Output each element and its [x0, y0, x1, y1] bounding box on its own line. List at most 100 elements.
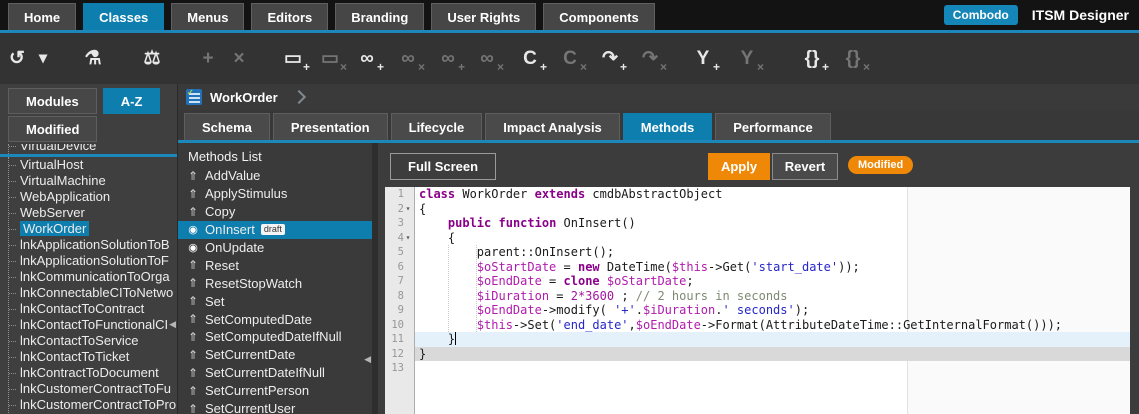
- undo-history-button-icon[interactable]: ▾: [30, 33, 56, 84]
- line-number-gutter: 12▾34▾5678910111213: [385, 187, 415, 414]
- method-item-label: SetCurrentPerson: [205, 383, 309, 398]
- sidebar-tab-a-z[interactable]: A-Z: [103, 88, 161, 114]
- code-line-8: $iDuration = 2*3600 ; // 2 hours in seco…: [415, 289, 1130, 304]
- sidebar-clipped-item[interactable]: VirtualDevice: [8, 144, 177, 154]
- delete-link-button-icon: ∞×: [395, 33, 421, 84]
- sidebar-item-lnkapplicationsolutiontob[interactable]: lnkApplicationSolutionToB: [9, 237, 177, 253]
- tab-lifecycle[interactable]: Lifecycle: [391, 113, 483, 140]
- sidebar-item-virtualmachine[interactable]: VirtualMachine: [9, 173, 177, 189]
- sidebar-item-lnkconnectablecitonetwo[interactable]: lnkConnectableCIToNetwo: [9, 285, 177, 301]
- gutter-line-5: 5: [385, 245, 414, 260]
- sidebar-tab-modules[interactable]: Modules: [8, 88, 97, 114]
- undo-button-icon[interactable]: ↺: [4, 33, 30, 84]
- code-line-7: $oEndDate = clone $oStartDate;: [415, 274, 1130, 289]
- fold-spacer: [404, 187, 412, 202]
- add-stimulus-button-icon[interactable]: C+: [517, 33, 543, 84]
- method-item-label: SetCurrentDateIfNull: [205, 365, 325, 380]
- method-item-onupdate[interactable]: ◉OnUpdate: [178, 239, 372, 257]
- sidebar-item-lnkcontacttocontract[interactable]: lnkContactToContract: [9, 301, 177, 317]
- code-line-11: }: [415, 332, 1130, 347]
- sidebar-collapse-arrow-icon[interactable]: ◀: [169, 320, 176, 329]
- method-item-resetstopwatch[interactable]: ⇑ResetStopWatch: [178, 274, 372, 292]
- compare-scales-button-icon[interactable]: ⚖: [139, 33, 165, 84]
- method-item-label: SetComputedDateIfNull: [205, 329, 342, 344]
- code-line-13: [415, 361, 1130, 376]
- combodo-badge: Combodo: [944, 5, 1018, 25]
- topnav-tab-home[interactable]: Home: [8, 3, 76, 30]
- code-area[interactable]: class WorkOrder extends cmdbAbstractObje…: [415, 187, 1130, 414]
- tab-methods[interactable]: Methods: [623, 113, 712, 140]
- method-item-set[interactable]: ⇑Set: [178, 292, 372, 310]
- topnav-tab-user-rights[interactable]: User Rights: [431, 3, 536, 30]
- sidebar-item-lnkcommunicationtoorga[interactable]: lnkCommunicationToOrga: [9, 269, 177, 285]
- method-item-label: OnInsert: [205, 222, 255, 237]
- code-editor[interactable]: 12▾34▾5678910111213 class WorkOrder exte…: [385, 187, 1130, 414]
- sidebar-item-webapplication[interactable]: WebApplication: [9, 189, 177, 205]
- add-button-icon: +: [195, 33, 221, 84]
- revert-button[interactable]: Revert: [772, 153, 838, 180]
- apply-button[interactable]: Apply: [708, 153, 770, 180]
- delete-transition-button-icon: ↷×: [637, 33, 663, 84]
- tab-impact-analysis[interactable]: Impact Analysis: [485, 113, 620, 140]
- fold-arrow-icon[interactable]: ▾: [404, 231, 412, 246]
- sidebar-item-webserver[interactable]: WebServer: [9, 205, 177, 221]
- add-link-button-icon[interactable]: ∞+: [354, 33, 380, 84]
- method-item-applystimulus[interactable]: ⇑ApplyStimulus: [178, 185, 372, 203]
- sidebar-item-lnkcustomercontracttofu[interactable]: lnkCustomerContractToFu: [9, 381, 177, 397]
- full-screen-button[interactable]: Full Screen: [390, 153, 496, 180]
- method-item-setcurrentuser[interactable]: ⇑SetCurrentUser: [178, 400, 372, 414]
- fold-arrow-icon[interactable]: ▾: [404, 202, 412, 217]
- sidebar-item-workorder[interactable]: WorkOrder: [9, 221, 177, 237]
- topnav-tab-components[interactable]: Components: [543, 3, 654, 30]
- gutter-line-1: 1: [385, 187, 414, 202]
- method-defined-icon: ◉: [186, 223, 200, 236]
- sidebar-item-lnkcontacttofunctionalci[interactable]: lnkContactToFunctionalCI: [9, 317, 177, 333]
- topnav-tab-editors[interactable]: Editors: [251, 3, 328, 30]
- tab-presentation[interactable]: Presentation: [273, 113, 388, 140]
- sidebar-item-lnkcustomercontracttopro[interactable]: lnkCustomerContractToPro: [9, 397, 177, 413]
- sandbox-flask-button-icon[interactable]: ⚗: [80, 33, 106, 84]
- method-item-setcomputeddateifnull[interactable]: ⇑SetComputedDateIfNull: [178, 328, 372, 346]
- method-inherited-icon: ⇑: [186, 169, 200, 183]
- method-editor-panel: Full Screen Apply Revert Modified 12▾34▾…: [378, 143, 1139, 414]
- add-transition-button-icon[interactable]: ↷+: [597, 33, 623, 84]
- sidebar-item-lnkapplicationsolutiontof[interactable]: lnkApplicationSolutionToF: [9, 253, 177, 269]
- method-inherited-icon: ⇑: [186, 294, 200, 308]
- breadcrumb[interactable]: ✓ WorkOrder: [186, 89, 304, 105]
- delete-button-icon: ×: [226, 33, 252, 84]
- method-item-setcurrentperson[interactable]: ⇑SetCurrentPerson: [178, 382, 372, 400]
- topnav-tab-menus[interactable]: Menus: [171, 3, 244, 30]
- add-relation-button-icon[interactable]: Y+: [690, 33, 716, 84]
- method-inherited-icon: ⇑: [186, 187, 200, 201]
- method-item-addvalue[interactable]: ⇑AddValue: [178, 167, 372, 185]
- method-item-oninsert[interactable]: ◉OnInsertdraft: [178, 221, 372, 239]
- gutter-line-13: 13: [385, 361, 414, 376]
- method-item-copy[interactable]: ⇑Copy: [178, 203, 372, 221]
- topnav-tab-branding[interactable]: Branding: [335, 3, 424, 30]
- method-item-setcurrentdateifnull[interactable]: ⇑ SetCurrentDateIfNull: [178, 364, 372, 382]
- sidebar-item-lnkcontacttoservice[interactable]: lnkContactToService: [9, 333, 177, 349]
- itsm-designer-window: Home Classes Menus Editors Branding User Righ…: [0, 0, 1139, 414]
- sidebar-item-lnkcontracttodocument[interactable]: lnkContractToDocument: [9, 365, 177, 381]
- method-item-setcomputeddate[interactable]: ⇑SetComputedDate: [178, 310, 372, 328]
- method-item-label: Copy: [205, 204, 235, 219]
- sidebar-tabs: ModulesA-Z Modified: [0, 84, 177, 144]
- tab-schema[interactable]: Schema: [184, 113, 270, 140]
- sidebar-tab-modified[interactable]: Modified: [8, 116, 97, 142]
- gutter-line-9: 9: [385, 303, 414, 318]
- code-line-3: public function OnInsert(): [415, 216, 1130, 231]
- add-method-button-icon[interactable]: {}+: [799, 33, 825, 84]
- method-inherited-icon: ⇑: [186, 366, 200, 380]
- text-cursor: [455, 332, 456, 345]
- method-item-reset[interactable]: ⇑Reset: [178, 256, 372, 274]
- fold-spacer: [404, 274, 412, 289]
- add-class-button-icon[interactable]: ▭+: [280, 33, 306, 84]
- topnav-tab-classes[interactable]: Classes: [83, 3, 164, 30]
- methods-collapse-arrow-icon[interactable]: ◀: [364, 355, 371, 364]
- sidebar-item-virtualhost[interactable]: VirtualHost: [9, 157, 177, 173]
- tab-performance[interactable]: Performance: [715, 113, 830, 140]
- gutter-line-7: 7: [385, 274, 414, 289]
- sidebar-item-lnkcontacttoticket[interactable]: lnkContactToTicket: [9, 349, 177, 365]
- method-item-setcurrentdate[interactable]: ⇑SetCurrentDate: [178, 346, 372, 364]
- method-item-label: SetCurrentDate: [205, 347, 295, 362]
